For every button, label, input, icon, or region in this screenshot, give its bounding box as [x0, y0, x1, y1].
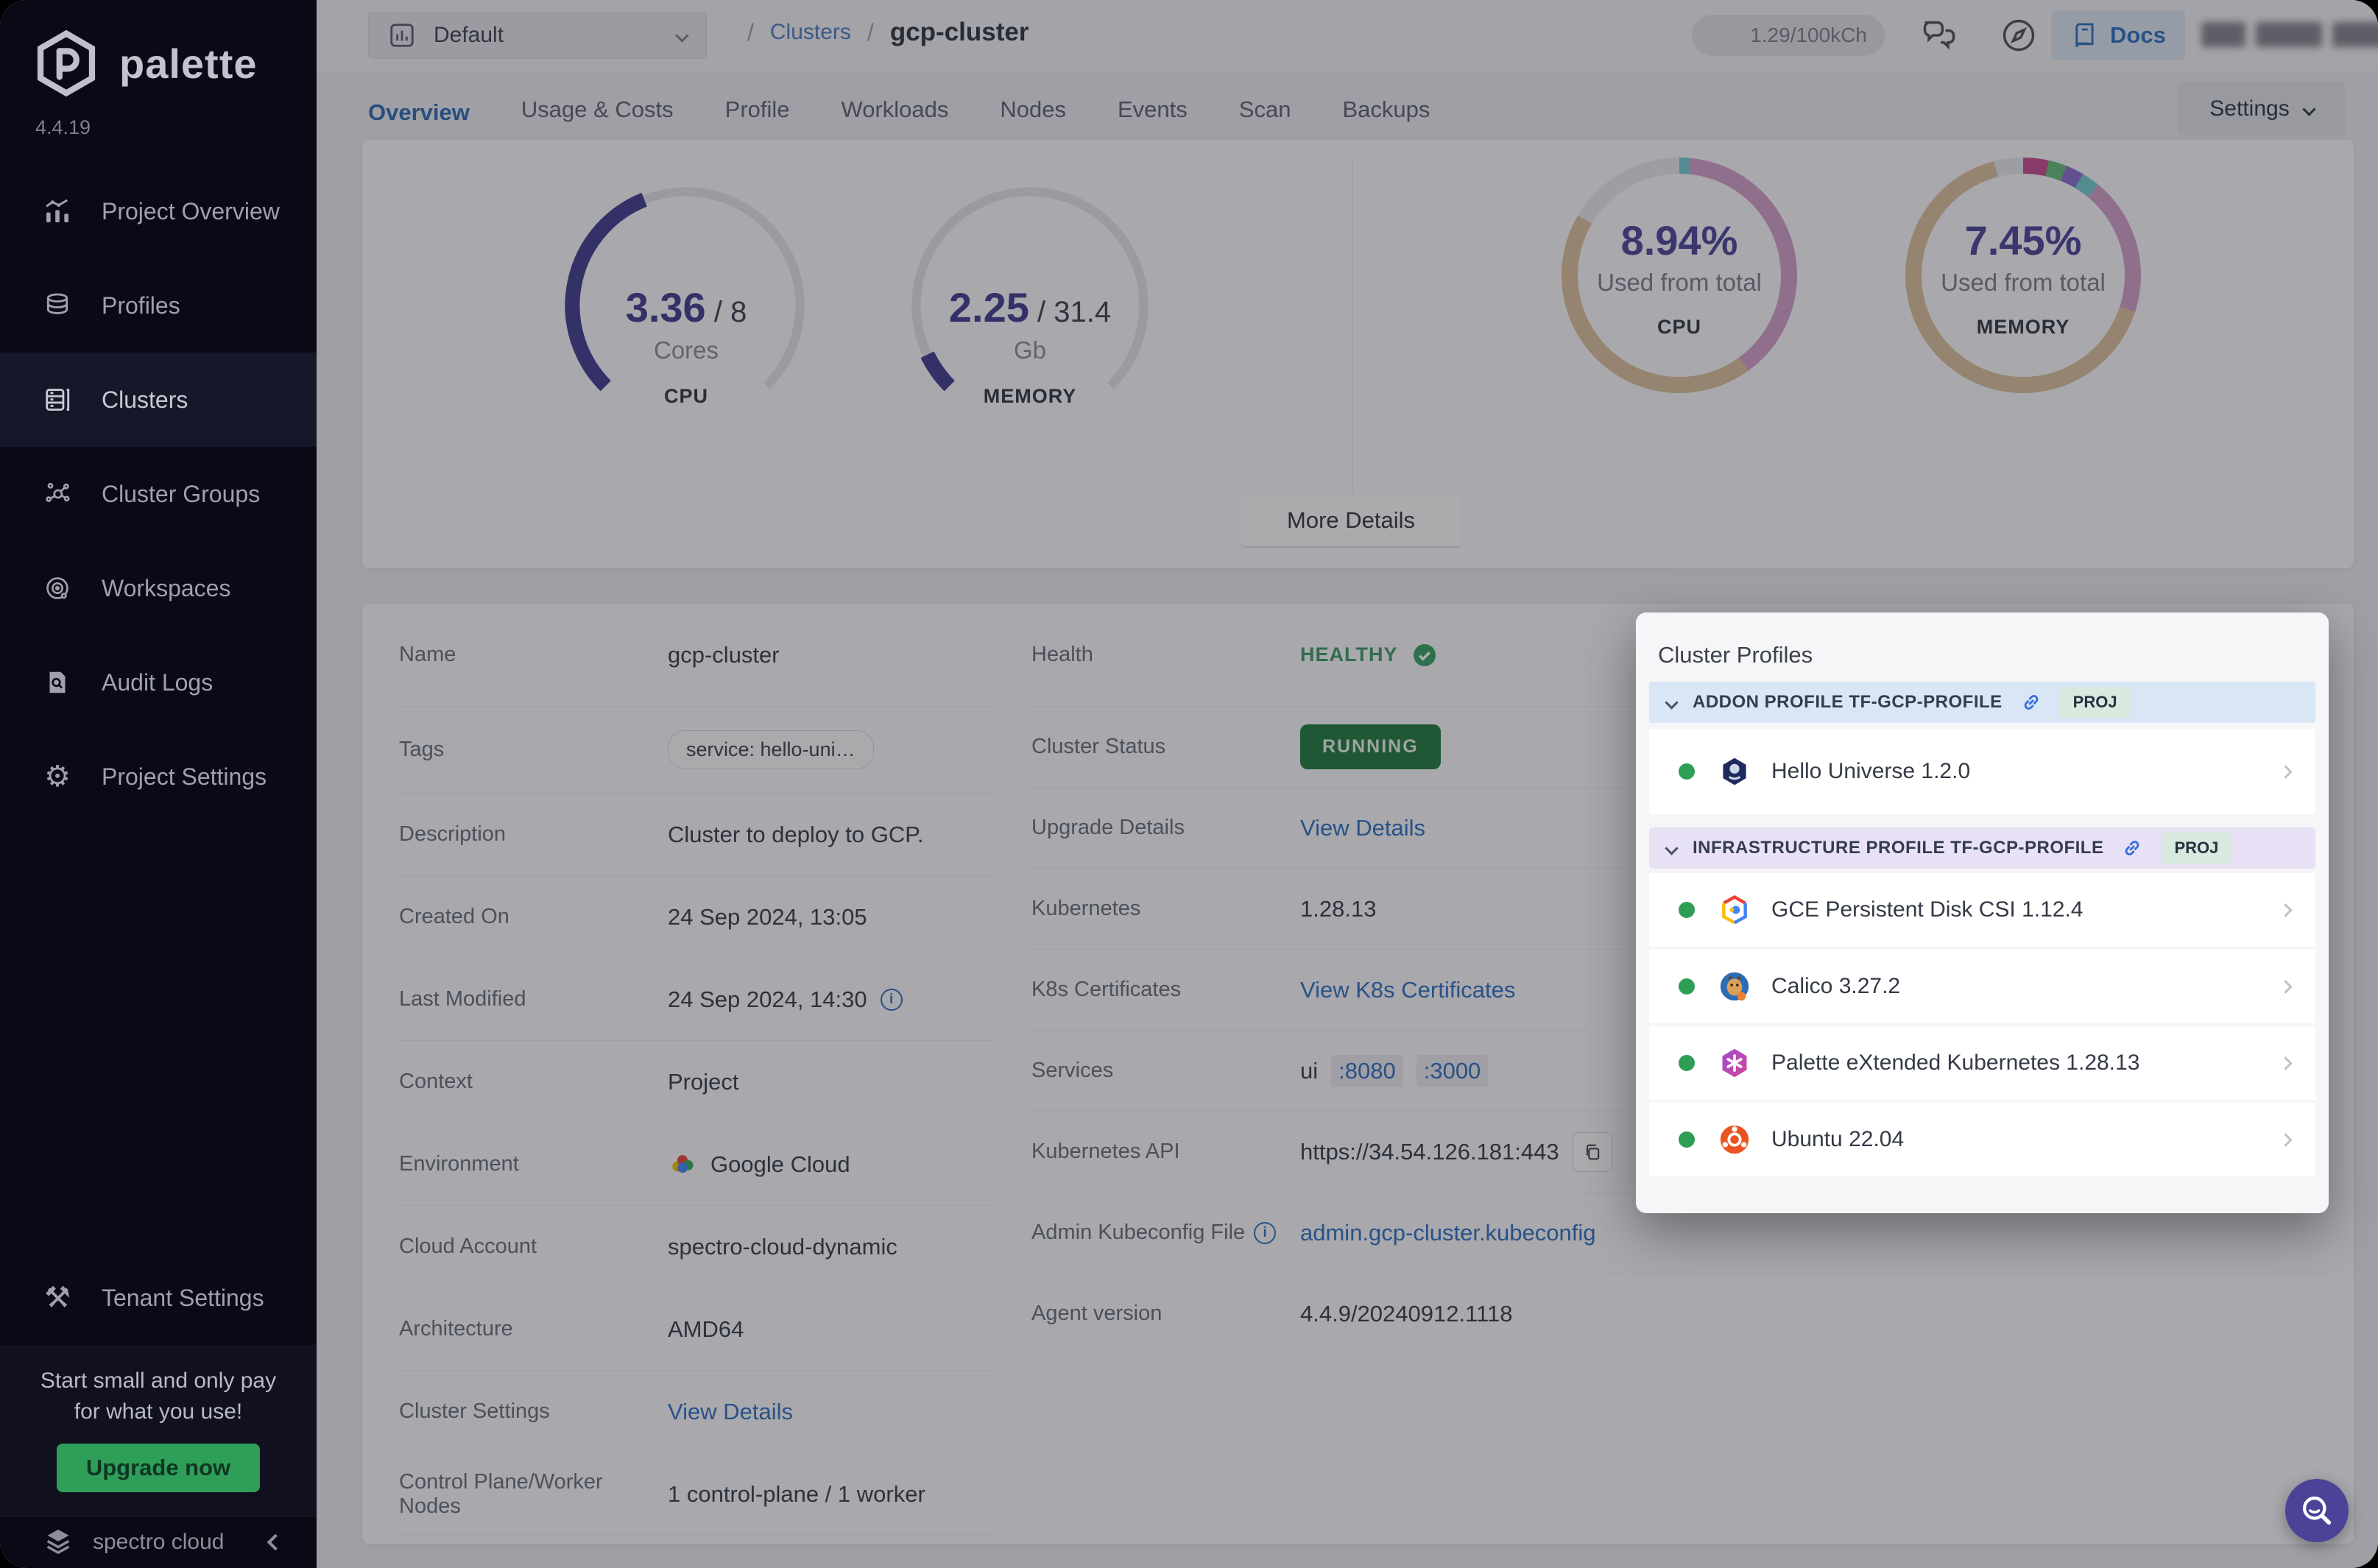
profile-layer-ubuntu[interactable]: Ubuntu 22.04 [1649, 1103, 2315, 1176]
orbit-icon [41, 574, 74, 602]
sidebar-item-label: Profiles [102, 292, 180, 319]
sidebar-item-label: Workspaces [102, 575, 230, 602]
sidebar-item-tenant-settings[interactable]: ⚒ Tenant Settings [0, 1251, 317, 1345]
tools-icon: ⚒ [41, 1283, 74, 1313]
sidebar: palette 4.4.19 Project Overview Profiles [0, 0, 317, 1568]
palette-logo: palette [32, 29, 258, 97]
search-icon [2298, 1491, 2336, 1530]
palette-kubernetes-icon [1715, 1047, 1754, 1079]
status-dot [1679, 763, 1695, 780]
gear-icon: ⚙ [41, 762, 74, 791]
chevron-right-icon [2279, 765, 2292, 778]
sidebar-item-label: Project Settings [102, 763, 267, 791]
chevron-down-icon [1665, 696, 1678, 709]
layer-name: Calico 3.27.2 [1771, 974, 2281, 999]
collapse-sidebar-icon[interactable] [267, 1534, 284, 1551]
status-dot [1679, 1131, 1695, 1148]
upgrade-now-button[interactable]: Upgrade now [57, 1444, 260, 1492]
scope-badge: PROJ [2060, 687, 2131, 718]
sidebar-item-project-overview[interactable]: Project Overview [0, 164, 317, 258]
search-fab-button[interactable] [2285, 1479, 2349, 1542]
spectro-cloud-label: spectro cloud [93, 1530, 224, 1555]
palette-logo-icon [32, 29, 100, 97]
chevron-right-icon [2279, 903, 2292, 917]
network-nodes-icon [41, 480, 74, 508]
status-dot [1679, 902, 1695, 918]
link-icon [2019, 690, 2044, 715]
sidebar-item-profiles[interactable]: Profiles [0, 258, 317, 353]
profile-layer-pxk[interactable]: Palette eXtended Kubernetes 1.28.13 [1649, 1026, 2315, 1100]
chevron-down-icon [1665, 841, 1678, 855]
sidebar-footer: spectro cloud [0, 1516, 317, 1568]
layer-name: Hello Universe 1.2.0 [1771, 759, 2281, 784]
sidebar-item-label: Tenant Settings [102, 1285, 264, 1312]
profile-layer-calico[interactable]: Calico 3.27.2 [1649, 950, 2315, 1023]
addon-profile-section-header[interactable]: ADDON PROFILE TF-GCP-PROFILE PROJ [1649, 682, 2315, 723]
server-icon [41, 386, 74, 414]
sidebar-item-audit-logs[interactable]: Audit Logs [0, 635, 317, 730]
chevron-right-icon [2279, 980, 2292, 993]
sidebar-item-label: Audit Logs [102, 669, 213, 696]
link-icon [2120, 836, 2145, 861]
gce-csi-icon [1715, 894, 1754, 926]
profile-layer-hello-universe[interactable]: Hello Universe 1.2.0 [1649, 729, 2315, 814]
sidebar-item-label: Project Overview [102, 198, 280, 225]
audit-log-icon [41, 669, 74, 696]
status-dot [1679, 1055, 1695, 1071]
brand-name: palette [119, 40, 258, 88]
sidebar-item-clusters[interactable]: Clusters [0, 353, 317, 447]
ubuntu-icon [1715, 1123, 1754, 1156]
promo-text: Start small and only pay for what you us… [0, 1345, 317, 1427]
scope-badge: PROJ [2161, 833, 2231, 864]
infra-profile-section-header[interactable]: INFRASTRUCTURE PROFILE TF-GCP-PROFILE PR… [1649, 827, 2315, 869]
calico-icon [1715, 970, 1754, 1003]
app-version: 4.4.19 [35, 116, 91, 139]
hello-universe-icon [1715, 755, 1754, 788]
layer-name: Palette eXtended Kubernetes 1.28.13 [1771, 1050, 2281, 1076]
sidebar-item-label: Cluster Groups [102, 481, 260, 508]
section-title: ADDON PROFILE TF-GCP-PROFILE [1693, 692, 2003, 713]
panel-title: Cluster Profiles [1658, 642, 1813, 668]
app-window: palette 4.4.19 Project Overview Profiles [0, 0, 2378, 1568]
bar-chart-icon [41, 197, 74, 226]
sidebar-menu: Project Overview Profiles Clusters Clust… [0, 164, 317, 824]
sidebar-item-project-settings[interactable]: ⚙ Project Settings [0, 730, 317, 824]
chevron-right-icon [2279, 1056, 2292, 1070]
layer-name: GCE Persistent Disk CSI 1.12.4 [1771, 897, 2281, 922]
upgrade-promo: Start small and only pay for what you us… [0, 1345, 317, 1516]
spectro-cloud-logo [41, 1525, 75, 1559]
cluster-profiles-panel: Cluster Profiles ADDON PROFILE TF-GCP-PR… [1636, 612, 2329, 1213]
profile-layer-gce-csi[interactable]: GCE Persistent Disk CSI 1.12.4 [1649, 873, 2315, 947]
sidebar-item-label: Clusters [102, 386, 188, 414]
chevron-right-icon [2279, 1133, 2292, 1146]
sidebar-item-workspaces[interactable]: Workspaces [0, 541, 317, 635]
layer-name: Ubuntu 22.04 [1771, 1127, 2281, 1152]
sidebar-tenant-section: ⚒ Tenant Settings [0, 1251, 317, 1345]
status-dot [1679, 978, 1695, 995]
sidebar-item-cluster-groups[interactable]: Cluster Groups [0, 447, 317, 541]
section-title: INFRASTRUCTURE PROFILE TF-GCP-PROFILE [1693, 838, 2103, 858]
layers-icon [41, 292, 74, 319]
